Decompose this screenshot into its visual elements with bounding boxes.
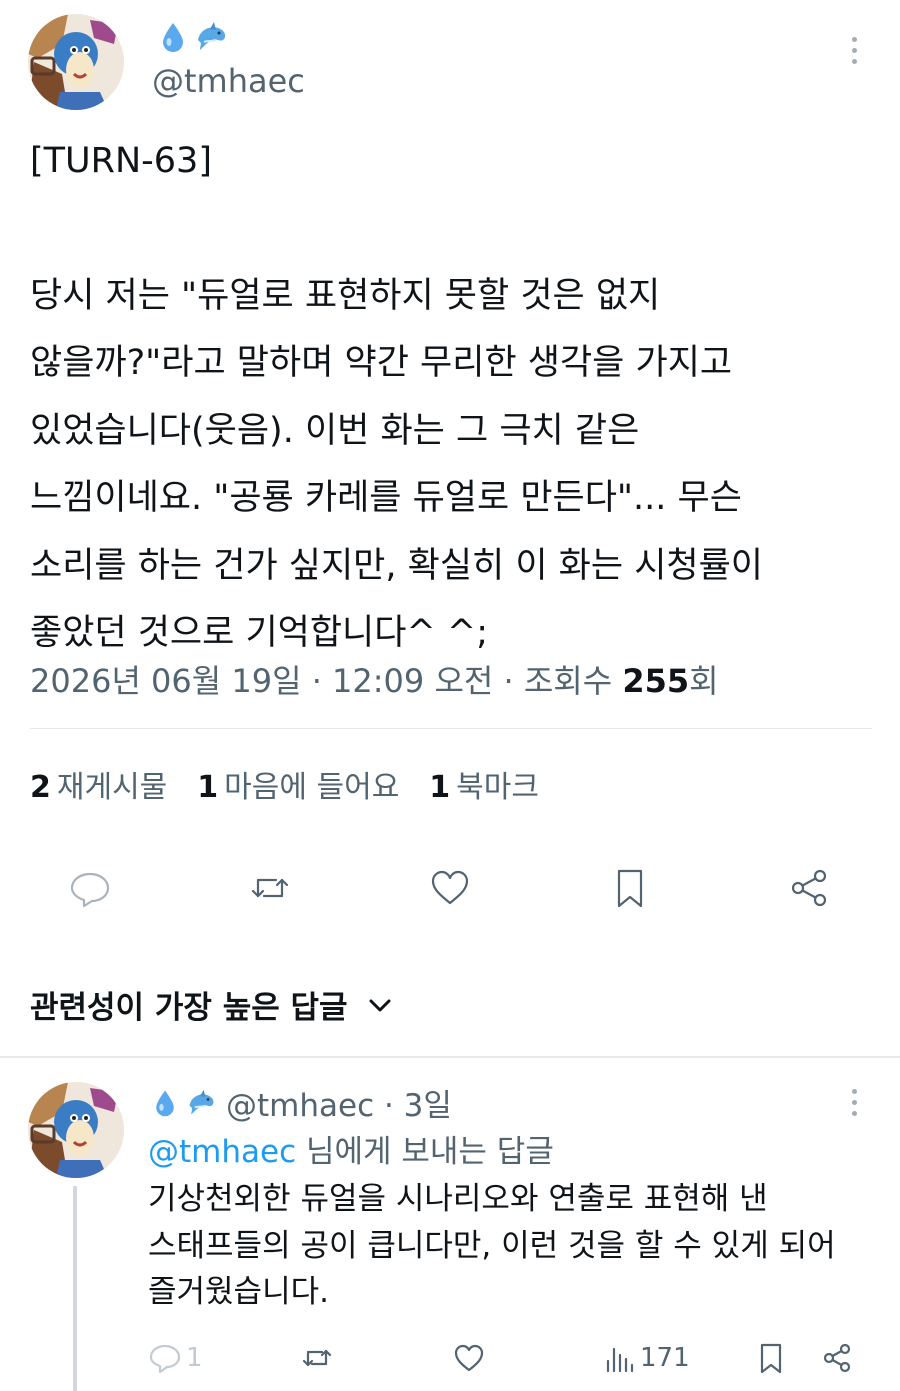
retweet-button[interactable] <box>244 862 296 914</box>
reply-icon <box>149 1344 181 1374</box>
chevron-down-icon <box>369 999 391 1011</box>
tweet-text: [TURN-63] 당시 저는 "듀얼로 표현하지 못할 것은 없지 않을까?"… <box>30 128 870 668</box>
reply-author-avatar[interactable] <box>28 1082 124 1178</box>
author-handle[interactable]: @tmhaec <box>152 62 305 100</box>
views-icon <box>606 1347 634 1373</box>
replying-to-suffix: 님에게 보내는 답글 <box>296 1134 554 1170</box>
replies-sort-label: 관련성이 가장 높은 답글 <box>30 990 348 1026</box>
reply-text: 기상천외한 듀얼을 시나리오와 연출로 표현해 낸 스태프들의 공이 큽니다만,… <box>148 1176 836 1316</box>
reply-line: 기상천외한 듀얼을 시나리오와 연출로 표현해 낸 <box>148 1181 768 1217</box>
reply-retweet-button[interactable] <box>300 1338 334 1378</box>
reply-handle[interactable]: @tmhaec · 3일 <box>226 1080 452 1125</box>
bookmark-button[interactable] <box>604 862 656 914</box>
bookmarks-stat[interactable]: 1 북마크 <box>429 762 539 806</box>
reply-more-options-icon[interactable] <box>842 1082 866 1122</box>
like-button[interactable] <box>424 862 476 914</box>
reply-button[interactable] <box>64 862 116 914</box>
reply-line: 즐거웠습니다. <box>148 1274 329 1310</box>
like-icon <box>454 1344 484 1372</box>
reply-view-count: 171 <box>640 1343 690 1373</box>
reply-reply-count: 1 <box>186 1343 203 1373</box>
retweet-icon <box>251 878 289 898</box>
droplet-icon <box>163 23 183 52</box>
replies-sort-toggle[interactable]: 관련성이 가장 높은 답글 <box>30 982 394 1027</box>
reply-reply-button[interactable]: 1 <box>148 1338 203 1378</box>
tweet-line: 소리를 하는 건가 싶지만, 확실히 이 화는 시청률이 <box>30 545 764 586</box>
bookmark-icon <box>760 1343 782 1374</box>
view-count: 255 <box>622 662 690 700</box>
replying-to: @tmhaec 님에게 보내는 답글 <box>148 1126 554 1171</box>
share-button[interactable] <box>783 862 835 914</box>
reply-actions: 1 171 <box>0 1338 900 1378</box>
droplet-icon <box>156 1090 174 1116</box>
share-icon <box>823 1343 851 1373</box>
share-icon <box>791 869 827 907</box>
tweet-line: 않을까?"라고 말하며 약간 무리한 생각을 가지고 <box>30 343 733 383</box>
replying-to-mention[interactable]: @tmhaec <box>148 1134 296 1170</box>
retweets-stat[interactable]: 2 재게시물 <box>30 762 167 806</box>
author-avatar[interactable] <box>28 14 124 110</box>
reply-header: @tmhaec · 3일 <box>150 1080 452 1125</box>
engagement-stats: 2 재게시물 1 마음에 들어요 1 북마크 <box>30 762 539 806</box>
like-icon <box>431 870 469 905</box>
section-divider <box>0 1056 900 1058</box>
divider <box>30 728 872 729</box>
tweet-line: 당시 저는 "듀얼로 표현하지 못할 것은 없지 <box>30 275 661 316</box>
reply-views-button[interactable]: 171 <box>602 1338 690 1378</box>
reply-icon <box>70 872 110 908</box>
tweet-date[interactable]: 2026년 06월 19일 · 12:09 오전 · 조회수 <box>30 662 622 700</box>
tweet-meta: 2026년 06월 19일 · 12:09 오전 · 조회수 255회 <box>30 656 719 702</box>
tweet-line: [TURN-63] <box>30 141 212 181</box>
tweet-line: 있었습니다(웃음). 이번 화는 그 극치 같은 <box>30 410 640 451</box>
reply-share-button[interactable] <box>820 1338 854 1378</box>
reply-like-button[interactable] <box>452 1338 486 1378</box>
reply-bookmark-button[interactable] <box>754 1338 788 1378</box>
author-badges <box>156 20 228 54</box>
tweet-line: 느낌이네요. "공룡 카레를 듀얼로 만든다"... 무슨 <box>30 478 742 518</box>
more-options-icon[interactable] <box>842 30 866 70</box>
reply-line: 스태프들의 공이 큽니다만, 이런 것을 할 수 있게 되어 <box>148 1227 836 1264</box>
retweet-icon <box>302 1349 332 1367</box>
dolphin-icon <box>189 1089 214 1114</box>
tweet-actions <box>0 862 900 914</box>
bookmark-icon <box>617 869 643 908</box>
likes-stat[interactable]: 1 마음에 들어요 <box>197 762 399 806</box>
view-suffix: 회 <box>689 662 719 700</box>
dolphin-icon <box>198 22 226 50</box>
